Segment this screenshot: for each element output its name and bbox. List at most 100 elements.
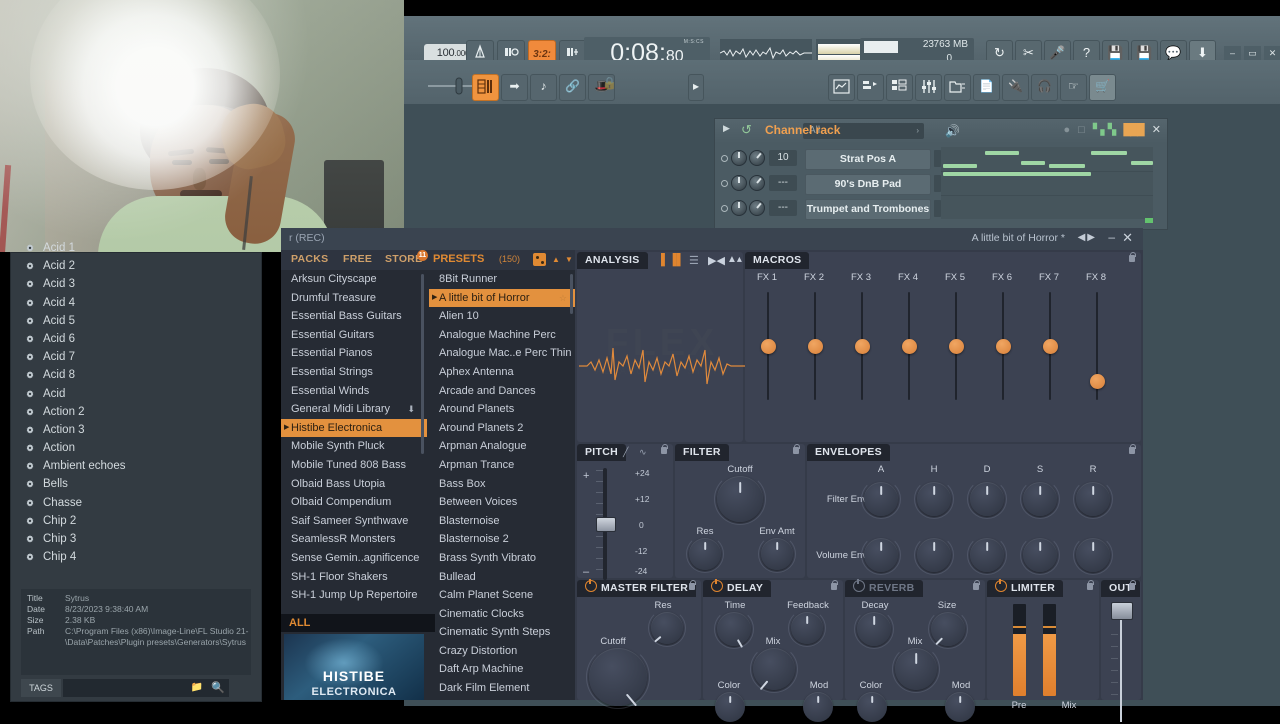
pack-item[interactable]: Mobile Synth Pluck bbox=[281, 437, 427, 456]
reverb-mix-knob[interactable] bbox=[892, 645, 940, 693]
master-filter-title[interactable]: MASTER FILTER bbox=[577, 579, 697, 597]
envelope-knob[interactable] bbox=[914, 479, 954, 519]
preset-item[interactable]: Daft Arp Machine bbox=[429, 660, 575, 679]
envelope-knob[interactable] bbox=[967, 479, 1007, 519]
tags-input[interactable]: 📁 🔍 bbox=[63, 679, 229, 697]
maximize-button[interactable]: ▭ bbox=[1244, 46, 1261, 61]
preset-item[interactable]: Bass Box bbox=[429, 475, 575, 494]
browser-item[interactable]: Ambient echoes bbox=[11, 457, 251, 475]
pan-knob[interactable] bbox=[731, 175, 747, 191]
new-file-icon[interactable]: 📄 bbox=[973, 74, 1000, 101]
envelope-knob[interactable] bbox=[967, 535, 1007, 575]
reverb-color-knob[interactable] bbox=[857, 692, 887, 722]
macros-lock-icon[interactable] bbox=[1129, 252, 1136, 262]
mute-icon[interactable]: ● bbox=[1063, 124, 1070, 136]
step-sequencer-grid[interactable] bbox=[941, 147, 1153, 223]
snap-icon[interactable]: ♪ bbox=[530, 74, 557, 101]
tab-free[interactable]: FREE bbox=[343, 253, 372, 265]
browser-item[interactable]: Chip bbox=[11, 566, 251, 569]
envelope-knob[interactable] bbox=[1073, 535, 1113, 575]
out-lock-icon[interactable] bbox=[1129, 580, 1136, 590]
volume-knob[interactable] bbox=[749, 200, 765, 216]
browser-item[interactable]: Acid 6 bbox=[11, 330, 251, 348]
channel-name-button[interactable]: Strat Pos A bbox=[805, 149, 931, 170]
pattern-prev-button[interactable]: ▸ bbox=[688, 74, 704, 101]
waveform-view-icon[interactable]: ▌▐▌ bbox=[661, 254, 684, 266]
shop-icon[interactable]: 🛒 bbox=[1089, 74, 1116, 101]
pan-knob[interactable] bbox=[731, 150, 747, 166]
preset-item[interactable]: Bullead bbox=[429, 568, 575, 587]
preset-item[interactable]: 8Bit Runner bbox=[429, 270, 575, 289]
macro-slider-handle[interactable] bbox=[1042, 338, 1058, 354]
mf-res-knob[interactable] bbox=[648, 609, 686, 647]
preset-item[interactable]: Blasternoise bbox=[429, 512, 575, 531]
reverb-mod-knob[interactable] bbox=[945, 692, 975, 722]
browser-item[interactable]: Acid 5 bbox=[11, 312, 251, 330]
macro-slider-handle[interactable] bbox=[1089, 373, 1105, 389]
pack-list-scrollbar[interactable] bbox=[421, 274, 424, 454]
pack-item[interactable]: General Midi Library ⬇ bbox=[281, 400, 427, 419]
pack-item[interactable]: Essential Strings bbox=[281, 363, 427, 382]
pack-item[interactable]: Saif Sameer Synthwave bbox=[281, 512, 427, 531]
browser-item[interactable]: Acid 1 bbox=[11, 239, 251, 257]
preset-prev-icon[interactable]: ◀ bbox=[1078, 232, 1088, 243]
master-filter-lock-icon[interactable] bbox=[689, 580, 696, 590]
envelope-knob[interactable] bbox=[861, 535, 901, 575]
preset-item[interactable]: Cinematic Clocks bbox=[429, 605, 575, 624]
browser-item[interactable]: Acid 2 bbox=[11, 257, 251, 275]
out-fader-handle[interactable] bbox=[1111, 602, 1133, 620]
browser-item[interactable]: Action bbox=[11, 439, 251, 457]
pack-item[interactable]: SH-1 Jump Up Repertoire bbox=[281, 586, 427, 605]
preset-item[interactable]: Analogue Mac..e Perc Thin bbox=[429, 344, 575, 363]
preset-item[interactable]: Arcade and Dances bbox=[429, 382, 575, 401]
pack-item-selected[interactable]: ▶ Histibe Electronica bbox=[281, 418, 427, 438]
power-icon[interactable] bbox=[711, 579, 723, 592]
browser-item[interactable]: Acid bbox=[11, 385, 251, 403]
pack-item[interactable]: Arksun Cityscape bbox=[281, 270, 427, 289]
search-icon[interactable]: 🔍 bbox=[211, 681, 225, 694]
pack-item[interactable]: Sense Gemin..agnificence bbox=[281, 549, 427, 568]
pack-item[interactable]: Essential Bass Guitars bbox=[281, 307, 427, 326]
pack-item[interactable]: Olbaid Bass Utopia bbox=[281, 475, 427, 494]
fl-browser-list[interactable]: Acid 1 Acid 2 Acid 3 Acid 4 Acid 5 Acid 6 Acid… bbox=[11, 239, 251, 569]
browser-item[interactable]: Action 3 bbox=[11, 421, 251, 439]
power-icon[interactable] bbox=[995, 579, 1007, 592]
pack-item[interactable]: Mobile Tuned 808 Bass bbox=[281, 456, 427, 475]
power-icon[interactable] bbox=[585, 579, 597, 592]
envelope-knob[interactable] bbox=[1073, 479, 1113, 519]
mf-cutoff-knob[interactable] bbox=[586, 645, 650, 709]
browser-icon[interactable] bbox=[944, 74, 971, 101]
browser-item[interactable]: Chip 4 bbox=[11, 548, 251, 566]
channel-fx-number[interactable]: 10 bbox=[769, 150, 797, 166]
pitch-fader[interactable] bbox=[593, 468, 617, 580]
preset-next-icon[interactable]: ▶ bbox=[1087, 232, 1097, 243]
preset-item[interactable]: Cinematic Synth Steps bbox=[429, 623, 575, 642]
macro-slider-handle[interactable] bbox=[854, 338, 870, 354]
browser-item[interactable]: Acid 8 bbox=[11, 366, 251, 384]
detached-icon[interactable]: □ bbox=[1078, 124, 1085, 136]
preset-list-scrollbar[interactable] bbox=[570, 274, 573, 314]
preset-item[interactable]: Arpman Analogue bbox=[429, 437, 575, 456]
graph-icon[interactable]: ▘▖▚ bbox=[1093, 124, 1116, 136]
macro-slider-handle[interactable] bbox=[995, 338, 1011, 354]
preset-list[interactable]: 8Bit Runner ▶ A little bit of Horror ☆ Alien… bbox=[429, 270, 575, 700]
browser-item[interactable]: Acid 7 bbox=[11, 348, 251, 366]
zoom-fit-icon[interactable]: ▶◀ bbox=[708, 254, 725, 267]
preset-item[interactable]: Between Voices bbox=[429, 493, 575, 512]
browser-item[interactable]: Acid 4 bbox=[11, 294, 251, 312]
preset-item[interactable]: Dark Film Element bbox=[429, 679, 575, 698]
pan-knob[interactable] bbox=[731, 200, 747, 216]
preset-nav[interactable]: ◀▶ bbox=[1078, 232, 1097, 243]
channel-name-button[interactable]: Trumpet and Trombones bbox=[805, 199, 931, 220]
pack-item[interactable]: SeamlessR Monsters bbox=[281, 530, 427, 549]
pack-item[interactable]: Olbaid Compendium bbox=[281, 493, 427, 512]
browser-item[interactable]: Action 2 bbox=[11, 403, 251, 421]
browser-item[interactable]: Chip 2 bbox=[11, 512, 251, 530]
minimize-button[interactable]: – bbox=[1224, 46, 1241, 61]
close-button[interactable]: ✕ bbox=[1264, 46, 1280, 61]
envelope-knob[interactable] bbox=[1020, 479, 1060, 519]
browser-item[interactable]: Chip 3 bbox=[11, 530, 251, 548]
preset-item[interactable]: Aphex Antenna bbox=[429, 363, 575, 382]
channel-rack-icon[interactable] bbox=[886, 74, 913, 101]
limiter-lock-icon[interactable] bbox=[1087, 580, 1094, 590]
